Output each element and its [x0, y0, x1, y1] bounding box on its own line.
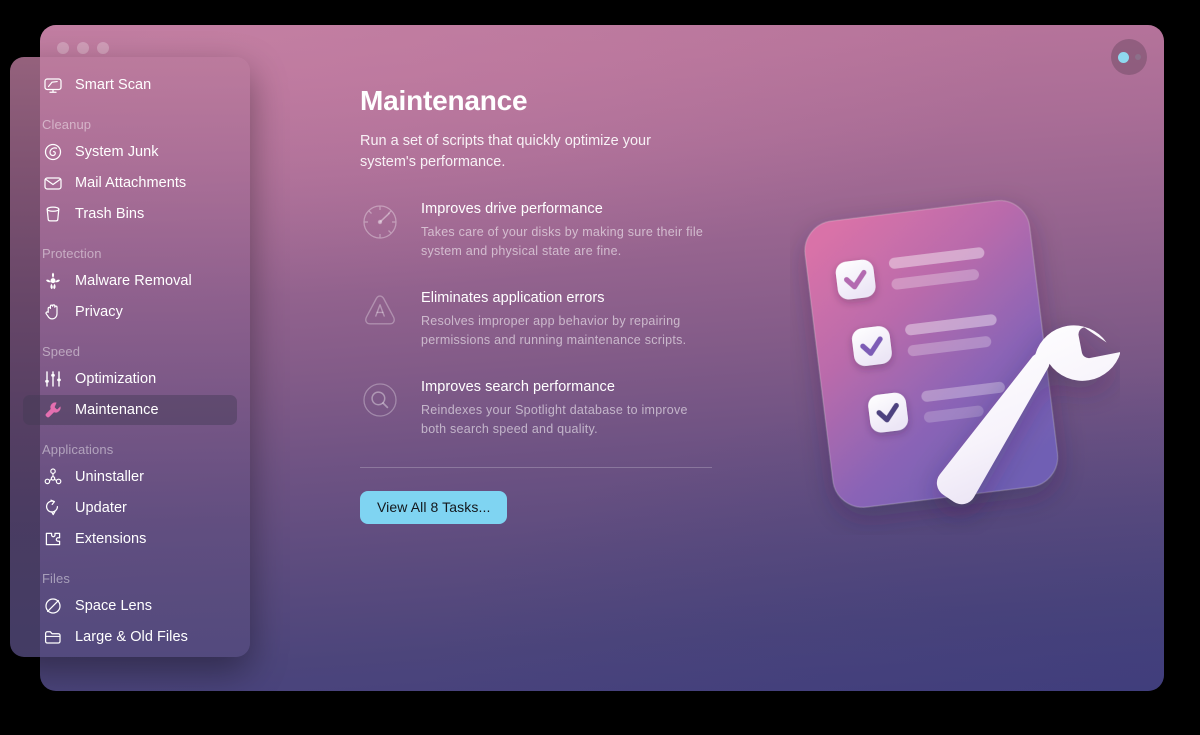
sidebar-item-label: Updater: [75, 500, 127, 516]
feature-description: Takes care of your disks by making sure …: [421, 225, 704, 258]
sidebar-group-label-files: Files: [42, 571, 70, 586]
sidebar-group-label-applications: Applications: [42, 442, 114, 457]
sidebar-group-label-cleanup: Cleanup: [42, 117, 92, 132]
sidebar-item-uninstaller[interactable]: Uninstaller: [23, 462, 237, 492]
page-subtitle: Run a set of scripts that quickly optimi…: [360, 133, 651, 170]
feature-text: Improves drive performance Takes care of…: [421, 200, 716, 261]
sidebar-item-optimization[interactable]: Optimization: [23, 364, 237, 394]
feature-description: Resolves improper app behavior by repair…: [421, 314, 687, 347]
feature-text: Improves search performance Reindexes yo…: [421, 378, 716, 439]
sidebar-group-label-protection: Protection: [42, 246, 102, 261]
window-controls: [57, 42, 109, 54]
sidebar-item-shredder[interactable]: Shredder: [23, 653, 237, 657]
speedometer-icon: [360, 202, 400, 242]
hand-icon: [42, 301, 64, 323]
main-content: Maintenance Run a set of scripts that qu…: [360, 85, 1140, 671]
sidebar-item-label: Smart Scan: [75, 77, 152, 93]
close-button[interactable]: [57, 42, 69, 54]
envelope-icon: [42, 172, 64, 194]
sidebar-item-label: Space Lens: [75, 598, 153, 614]
minimize-button[interactable]: [77, 42, 89, 54]
feature-item: Improves drive performance Takes care of…: [360, 200, 1140, 261]
feature-item: Improves search performance Reindexes yo…: [360, 378, 1140, 439]
sidebar-item-mail-attachments[interactable]: Mail Attachments: [23, 168, 237, 198]
status-active-dot: [1117, 51, 1129, 63]
sidebar-item-system-junk[interactable]: System Junk: [23, 137, 237, 167]
feature-item: Eliminates application errors Resolves i…: [360, 289, 1140, 350]
magnifier-icon: [360, 380, 400, 420]
sidebar-item-label: Extensions: [75, 531, 147, 547]
sidebar-item-privacy[interactable]: Privacy: [23, 297, 237, 327]
sidebar-item-smart-scan[interactable]: Smart Scan: [23, 70, 237, 100]
sliders-icon: [42, 368, 64, 390]
sidebar-item-space-lens[interactable]: Space Lens: [23, 591, 237, 621]
trash-bin-icon: [42, 203, 64, 225]
molecule-icon: [42, 466, 64, 488]
sidebar-item-label: Maintenance: [75, 402, 159, 418]
zoom-button[interactable]: [97, 42, 109, 54]
monitor-icon: [42, 74, 64, 96]
feature-text: Eliminates application errors Resolves i…: [421, 289, 716, 350]
feature-title: Improves search performance: [421, 379, 615, 395]
sidebar-item-updater[interactable]: Updater: [23, 493, 237, 523]
view-all-tasks-button[interactable]: View All 8 Tasks...: [360, 491, 508, 524]
sidebar: Smart Scan Cleanup System Junk Mail Atta…: [10, 57, 250, 657]
biohazard-icon: [42, 270, 64, 292]
feature-title: Improves drive performance: [421, 201, 603, 217]
folder-icon: [42, 626, 64, 648]
feature-title: Eliminates application errors: [421, 290, 605, 306]
sidebar-item-label: Malware Removal: [75, 273, 192, 289]
divider: [360, 467, 712, 468]
status-indicator-button[interactable]: [1111, 39, 1147, 75]
feature-description: Reindexes your Spotlight database to imp…: [421, 403, 688, 436]
planet-lens-icon: [42, 595, 64, 617]
wrench-icon: [42, 399, 64, 421]
page-title: Maintenance: [360, 85, 528, 116]
sidebar-item-label: Privacy: [75, 304, 123, 320]
puzzle-piece-icon: [42, 528, 64, 550]
sidebar-item-extensions[interactable]: Extensions: [23, 524, 237, 554]
sidebar-item-label: Large & Old Files: [75, 629, 188, 645]
app-triangle-icon: [360, 291, 400, 331]
sidebar-item-label: Optimization: [75, 371, 157, 387]
sidebar-item-label: Mail Attachments: [75, 175, 187, 191]
sidebar-group-label-speed: Speed: [42, 344, 81, 359]
sidebar-item-trash-bins[interactable]: Trash Bins: [23, 199, 237, 229]
sidebar-item-label: System Junk: [75, 144, 159, 160]
sidebar-item-malware-removal[interactable]: Malware Removal: [23, 266, 237, 296]
screen: Maintenance Run a set of scripts that qu…: [0, 0, 1200, 735]
sidebar-item-label: Uninstaller: [75, 469, 145, 485]
sidebar-item-maintenance[interactable]: Maintenance: [23, 395, 237, 425]
refresh-arrow-icon: [42, 497, 64, 519]
feature-list: Improves drive performance Takes care of…: [360, 200, 1140, 439]
sidebar-item-large-old-files[interactable]: Large & Old Files: [23, 622, 237, 652]
broom-icon: [42, 141, 64, 163]
status-secondary-dot: [1134, 54, 1141, 60]
sidebar-item-label: Trash Bins: [75, 206, 145, 222]
